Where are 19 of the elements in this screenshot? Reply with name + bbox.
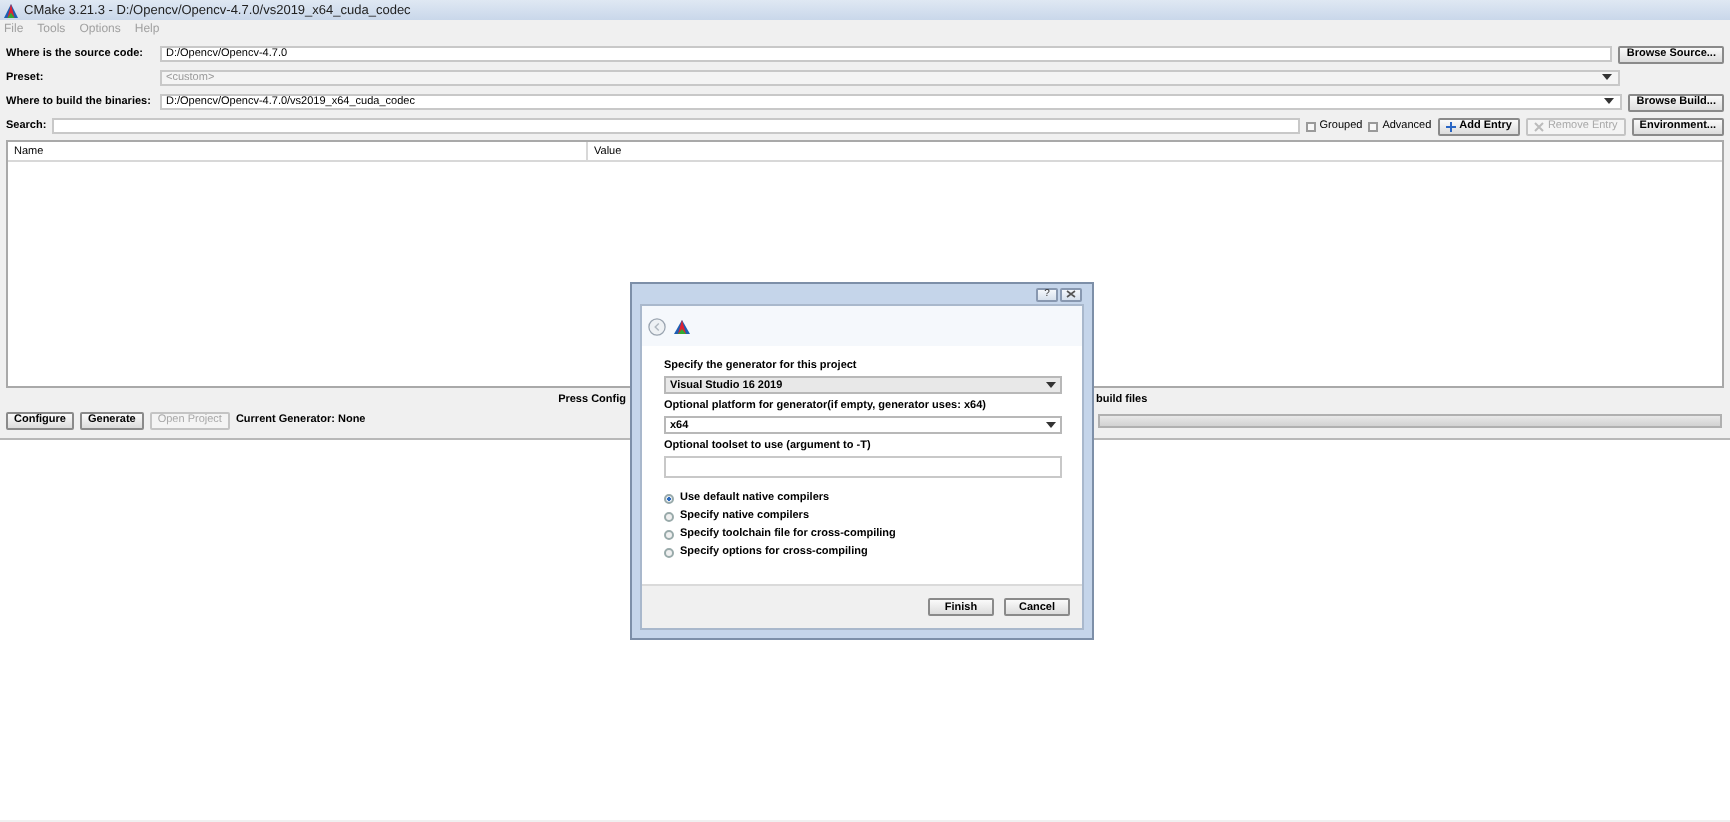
toolset-field[interactable] xyxy=(664,456,1062,478)
plus-icon xyxy=(1445,121,1456,131)
radio-button[interactable] xyxy=(664,529,674,539)
triangle-logo-icon xyxy=(674,319,690,333)
checkbox[interactable] xyxy=(1305,121,1316,131)
radio-button[interactable] xyxy=(664,511,674,521)
search-field[interactable] xyxy=(52,118,1300,134)
back-icon[interactable] xyxy=(648,317,666,335)
remove-icon xyxy=(1533,121,1544,131)
dropdown-arrow-icon xyxy=(1046,421,1056,429)
checkbox[interactable] xyxy=(1368,121,1379,131)
radio-button[interactable] xyxy=(664,493,674,503)
triangle-logo-icon xyxy=(4,3,18,17)
dropdown-arrow-icon xyxy=(1602,74,1612,82)
close-icon xyxy=(1066,290,1076,298)
dropdown-arrow-icon xyxy=(1046,381,1056,389)
radio-button[interactable] xyxy=(664,547,674,557)
close-button[interactable] xyxy=(1060,287,1082,301)
dropdown-arrow-icon xyxy=(1604,98,1615,106)
